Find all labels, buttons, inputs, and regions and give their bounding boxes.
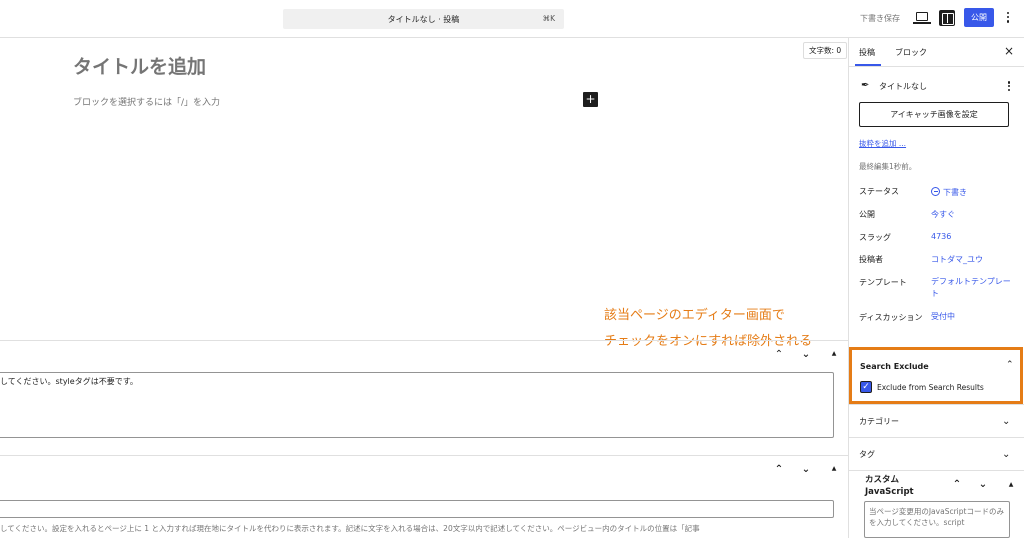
slug-value[interactable]: 4736 [931,232,951,241]
tags-title[interactable]: タグ [859,449,875,460]
document-title: タイトルなし [879,82,927,91]
word-count-badge: 文字数: 0 [803,42,848,59]
chevron-down-icon[interactable]: ⌄ [1002,449,1010,460]
draft-status-icon [931,187,940,196]
author-label: 投稿者 [859,255,883,264]
toggle-triangle-icon[interactable]: ▲ [830,465,838,473]
custom-css-textarea[interactable]: してください。styleタグは不要です。 [0,372,834,438]
command-shortcut: ⌘K [542,14,555,23]
author-value[interactable]: コトダマ_ユウ [931,254,983,265]
sidebar-toggle-icon[interactable] [939,10,955,26]
block-placeholder[interactable]: ブロックを選択するには「/」を入力 [73,95,220,108]
pen-icon: ✒ [861,80,870,91]
chevron-down-icon[interactable]: ⌄ [1002,416,1010,427]
search-exclude-title[interactable]: Search Exclude [860,362,929,371]
chevron-up-icon[interactable]: ⌃ [952,480,962,490]
toggle-triangle-icon[interactable]: ▲ [1007,481,1015,489]
tags-panel[interactable]: タグ ⌄ [849,437,1024,470]
add-block-button[interactable]: + [583,92,598,107]
command-title: タイトルなし · 投稿 [387,15,460,24]
publish-label: 公開 [859,210,875,219]
discussion-value[interactable]: 受付中 [931,311,955,322]
chevron-down-icon[interactable]: ⌄ [801,350,811,360]
status-label: ステータス [859,187,899,196]
toggle-triangle-icon[interactable]: ▲ [830,350,838,358]
chevron-down-icon[interactable]: ⌄ [801,465,811,475]
chevron-up-icon[interactable]: ⌃ [1006,360,1014,370]
categories-title[interactable]: カテゴリー [859,416,899,427]
sidebar-tabs: 投稿 ブロック × [849,38,1024,67]
close-icon[interactable]: × [1004,44,1014,58]
slug-label: スラッグ [859,233,891,242]
publish-value[interactable]: 今すぐ [931,209,955,220]
save-draft-button[interactable]: 下書き保存 [860,13,900,24]
top-toolbar: タイトルなし · 投稿 ⌘K 下書き保存 公開 [0,0,1024,38]
set-featured-image-button[interactable]: アイキャッチ画像を設定 [859,102,1009,127]
post-title-input[interactable]: タイトルを追加 [73,52,206,79]
categories-panel[interactable]: カテゴリー ⌄ [849,404,1024,437]
status-value-text: 下書き [943,188,967,197]
chevron-down-icon[interactable]: ⌄ [978,480,988,490]
status-value[interactable]: 下書き [931,186,967,198]
active-tab-indicator [855,64,881,66]
last-edited-text: 最終編集1秒前。 [859,162,917,171]
custom-js-title: カスタム JavaScript [865,475,914,497]
chevron-up-icon[interactable]: ⌃ [774,350,784,360]
exclude-checkbox[interactable]: ✓ [860,381,872,393]
template-value[interactable]: デフォルトテンプレート [931,276,1011,300]
custom-js-textarea[interactable]: 当ページ変更用のJavaScriptコードのみを入力してください。script [864,501,1010,538]
template-label: テンプレート [859,278,907,287]
desktop-preview-icon[interactable] [913,12,931,24]
discussion-label: ディスカッション [859,313,923,322]
command-bar[interactable]: タイトルなし · 投稿 ⌘K [283,9,564,29]
add-excerpt-link[interactable]: 抜粋を追加 ... [859,138,906,149]
exclude-checkbox-label[interactable]: Exclude from Search Results [877,383,984,392]
tab-block[interactable]: ブロック [895,47,927,58]
chevron-up-icon[interactable]: ⌃ [774,465,784,475]
settings-sidebar: 投稿 ブロック × ✒ タイトルなし アイキャッチ画像を設定 抜粋を追加 ...… [848,38,1024,538]
more-vertical-icon[interactable] [1007,80,1011,94]
publish-button[interactable]: 公開 [964,8,994,27]
search-exclude-panel: Search Exclude ⌃ ✓ Exclude from Search R… [849,347,1023,404]
more-vertical-icon[interactable] [1005,10,1011,26]
title-option-input[interactable] [0,500,834,518]
tab-post[interactable]: 投稿 [859,47,875,58]
annotation-line-1: 該当ページのエディター画面で [604,308,785,323]
metabox-description: してください。設定を入れるとページ上に 1 と入力すれば現在地にタイトルを代わり… [0,524,700,533]
